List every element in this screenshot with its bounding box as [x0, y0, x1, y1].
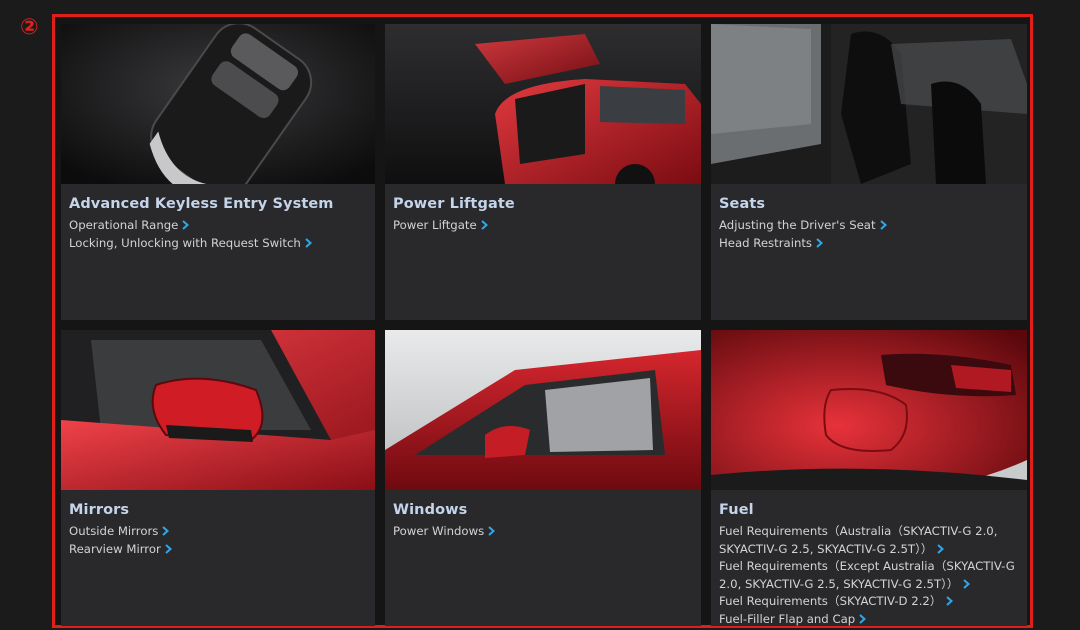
card-title: Mirrors — [69, 502, 130, 518]
link-fuel-filler-flap[interactable]: Fuel-Filler Flap and Cap — [719, 611, 1019, 627]
smart-key-image — [61, 24, 375, 184]
link-outside-mirrors[interactable]: Outside Mirrors — [69, 523, 367, 541]
link-fuel-req-diesel[interactable]: Fuel Requirements（SKYACTIV-D 2.2） — [719, 593, 1019, 611]
card-mirrors: Mirrors Outside Mirrors Rearview Mirror — [61, 330, 375, 626]
fuel-image — [711, 330, 1027, 490]
chevron-right-icon — [165, 543, 172, 554]
link-fuel-req-australia[interactable]: Fuel Requirements（Australia（SKYACTIV-G 2… — [719, 523, 1019, 558]
card-title: Fuel — [719, 502, 754, 518]
link-power-liftgate[interactable]: Power Liftgate — [393, 217, 693, 235]
chevron-right-icon — [182, 220, 190, 230]
chevron-right-icon — [488, 526, 496, 536]
card-title: Advanced Keyless Entry System — [69, 196, 334, 212]
link-adjusting-drivers-seat[interactable]: Adjusting the Driver's Seat — [719, 217, 1019, 235]
chevron-right-icon — [480, 220, 488, 230]
mirror-image — [61, 330, 375, 490]
link-head-restraints[interactable]: Head Restraints — [719, 235, 1019, 253]
link-operational-range[interactable]: Operational Range — [69, 217, 367, 235]
chevron-right-icon — [879, 220, 887, 230]
link-rearview-mirror[interactable]: Rearview Mirror — [69, 541, 367, 559]
chevron-right-icon — [162, 526, 170, 536]
card-title: Power Liftgate — [393, 196, 515, 212]
link-power-windows[interactable]: Power Windows — [393, 523, 693, 541]
card-windows: Windows Power Windows — [385, 330, 701, 626]
card-keyless-entry: Advanced Keyless Entry System Operationa… — [61, 24, 375, 320]
chevron-right-icon — [816, 237, 824, 248]
card-title: Seats — [719, 196, 766, 212]
link-fuel-req-except-australia[interactable]: Fuel Requirements（Except Australia（SKYAC… — [719, 558, 1019, 593]
highlight-frame: Advanced Keyless Entry System Operationa… — [52, 14, 1033, 628]
card-fuel: Fuel Fuel Requirements（Australia（SKYACTI… — [711, 330, 1027, 626]
card-power-liftgate: Power Liftgate Power Liftgate — [385, 24, 701, 320]
feature-grid: Advanced Keyless Entry System Operationa… — [61, 24, 1027, 626]
annotation-marker: ② — [20, 15, 39, 40]
chevron-right-icon — [945, 596, 953, 606]
chevron-right-icon — [962, 578, 970, 589]
windows-image — [385, 330, 701, 490]
card-seats: Seats Adjusting the Driver's Seat Head R… — [711, 24, 1027, 320]
liftgate-image — [385, 24, 701, 184]
link-request-switch[interactable]: Locking, Unlocking with Request Switch — [69, 235, 367, 253]
card-title: Windows — [393, 502, 468, 518]
chevron-right-icon — [859, 613, 867, 624]
chevron-right-icon — [305, 237, 312, 248]
chevron-right-icon — [936, 543, 944, 554]
seats-image — [711, 24, 1027, 184]
